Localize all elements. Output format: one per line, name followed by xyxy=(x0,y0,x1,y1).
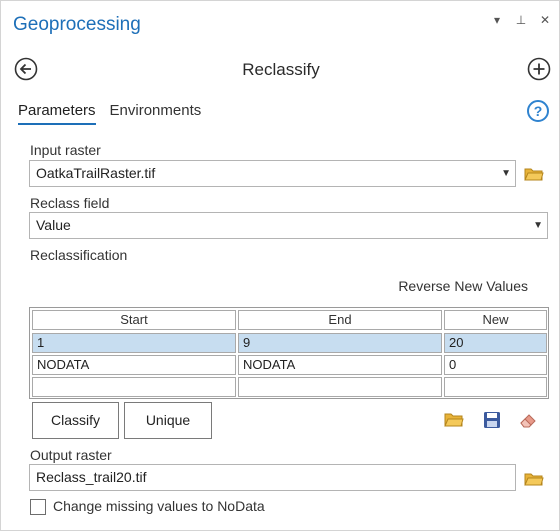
column-header-end: End xyxy=(238,310,442,330)
table-cell[interactable]: 0 xyxy=(444,355,547,375)
tab-parameters[interactable]: Parameters xyxy=(18,102,96,125)
table-cell[interactable] xyxy=(32,377,236,397)
reverse-new-values-link[interactable]: Reverse New Values xyxy=(398,278,528,294)
tab-environments[interactable]: Environments xyxy=(110,102,202,125)
geoprocessing-pane: Geoprocessing ▾ ⊥ ✕ Reclassify Parameter… xyxy=(0,0,560,531)
output-raster-value: Reclass_trail20.tif xyxy=(36,469,147,485)
close-icon[interactable]: ✕ xyxy=(539,13,551,27)
reclassification-label: Reclassification xyxy=(30,247,128,263)
input-raster-value: OatkaTrailRaster.tif xyxy=(36,165,156,181)
open-folder-icon[interactable] xyxy=(444,410,464,430)
column-header-start: Start xyxy=(32,310,236,330)
table-cell[interactable] xyxy=(444,377,547,397)
help-icon[interactable]: ? xyxy=(527,100,549,122)
table-cell[interactable]: 1 xyxy=(32,333,236,353)
pane-title: Geoprocessing xyxy=(13,14,141,35)
output-raster-field[interactable]: Reclass_trail20.tif xyxy=(29,464,516,491)
reclass-field-select[interactable]: Value ▼ xyxy=(29,212,548,239)
tool-tabs: Parameters Environments xyxy=(18,102,201,125)
classify-button[interactable]: Classify xyxy=(32,402,119,439)
reclass-field-value: Value xyxy=(36,217,71,233)
table-cell[interactable]: NODATA xyxy=(32,355,236,375)
table-cell[interactable]: 20 xyxy=(444,333,547,353)
chevron-down-icon[interactable]: ▼ xyxy=(533,213,543,238)
chevron-down-icon[interactable]: ▼ xyxy=(501,161,511,186)
pane-controls: ▾ ⊥ ✕ xyxy=(491,13,551,27)
missing-values-label: Change missing values to NoData xyxy=(53,498,265,514)
table-cell[interactable] xyxy=(238,377,442,397)
reclassification-table: Start End New 1 9 20 NODATA NODATA 0 xyxy=(29,307,549,399)
output-raster-label: Output raster xyxy=(30,447,112,463)
add-button[interactable] xyxy=(527,57,551,81)
pane-menu-icon[interactable]: ▾ xyxy=(491,13,503,27)
eraser-icon[interactable] xyxy=(518,410,538,430)
add-circle-icon xyxy=(527,57,551,81)
reclass-field-label: Reclass field xyxy=(30,195,110,211)
missing-values-checkbox[interactable] xyxy=(30,499,46,515)
unique-button[interactable]: Unique xyxy=(124,402,212,439)
column-header-new: New xyxy=(444,310,547,330)
input-raster-field[interactable]: OatkaTrailRaster.tif ▼ xyxy=(29,160,516,187)
input-raster-label: Input raster xyxy=(30,142,101,158)
save-icon[interactable] xyxy=(482,410,502,430)
browse-folder-icon[interactable] xyxy=(524,471,544,487)
tool-title: Reclassify xyxy=(242,60,320,79)
table-cell[interactable]: NODATA xyxy=(238,355,442,375)
table-cell[interactable]: 9 xyxy=(238,333,442,353)
pin-icon[interactable]: ⊥ xyxy=(515,13,527,27)
browse-folder-icon[interactable] xyxy=(524,166,544,182)
